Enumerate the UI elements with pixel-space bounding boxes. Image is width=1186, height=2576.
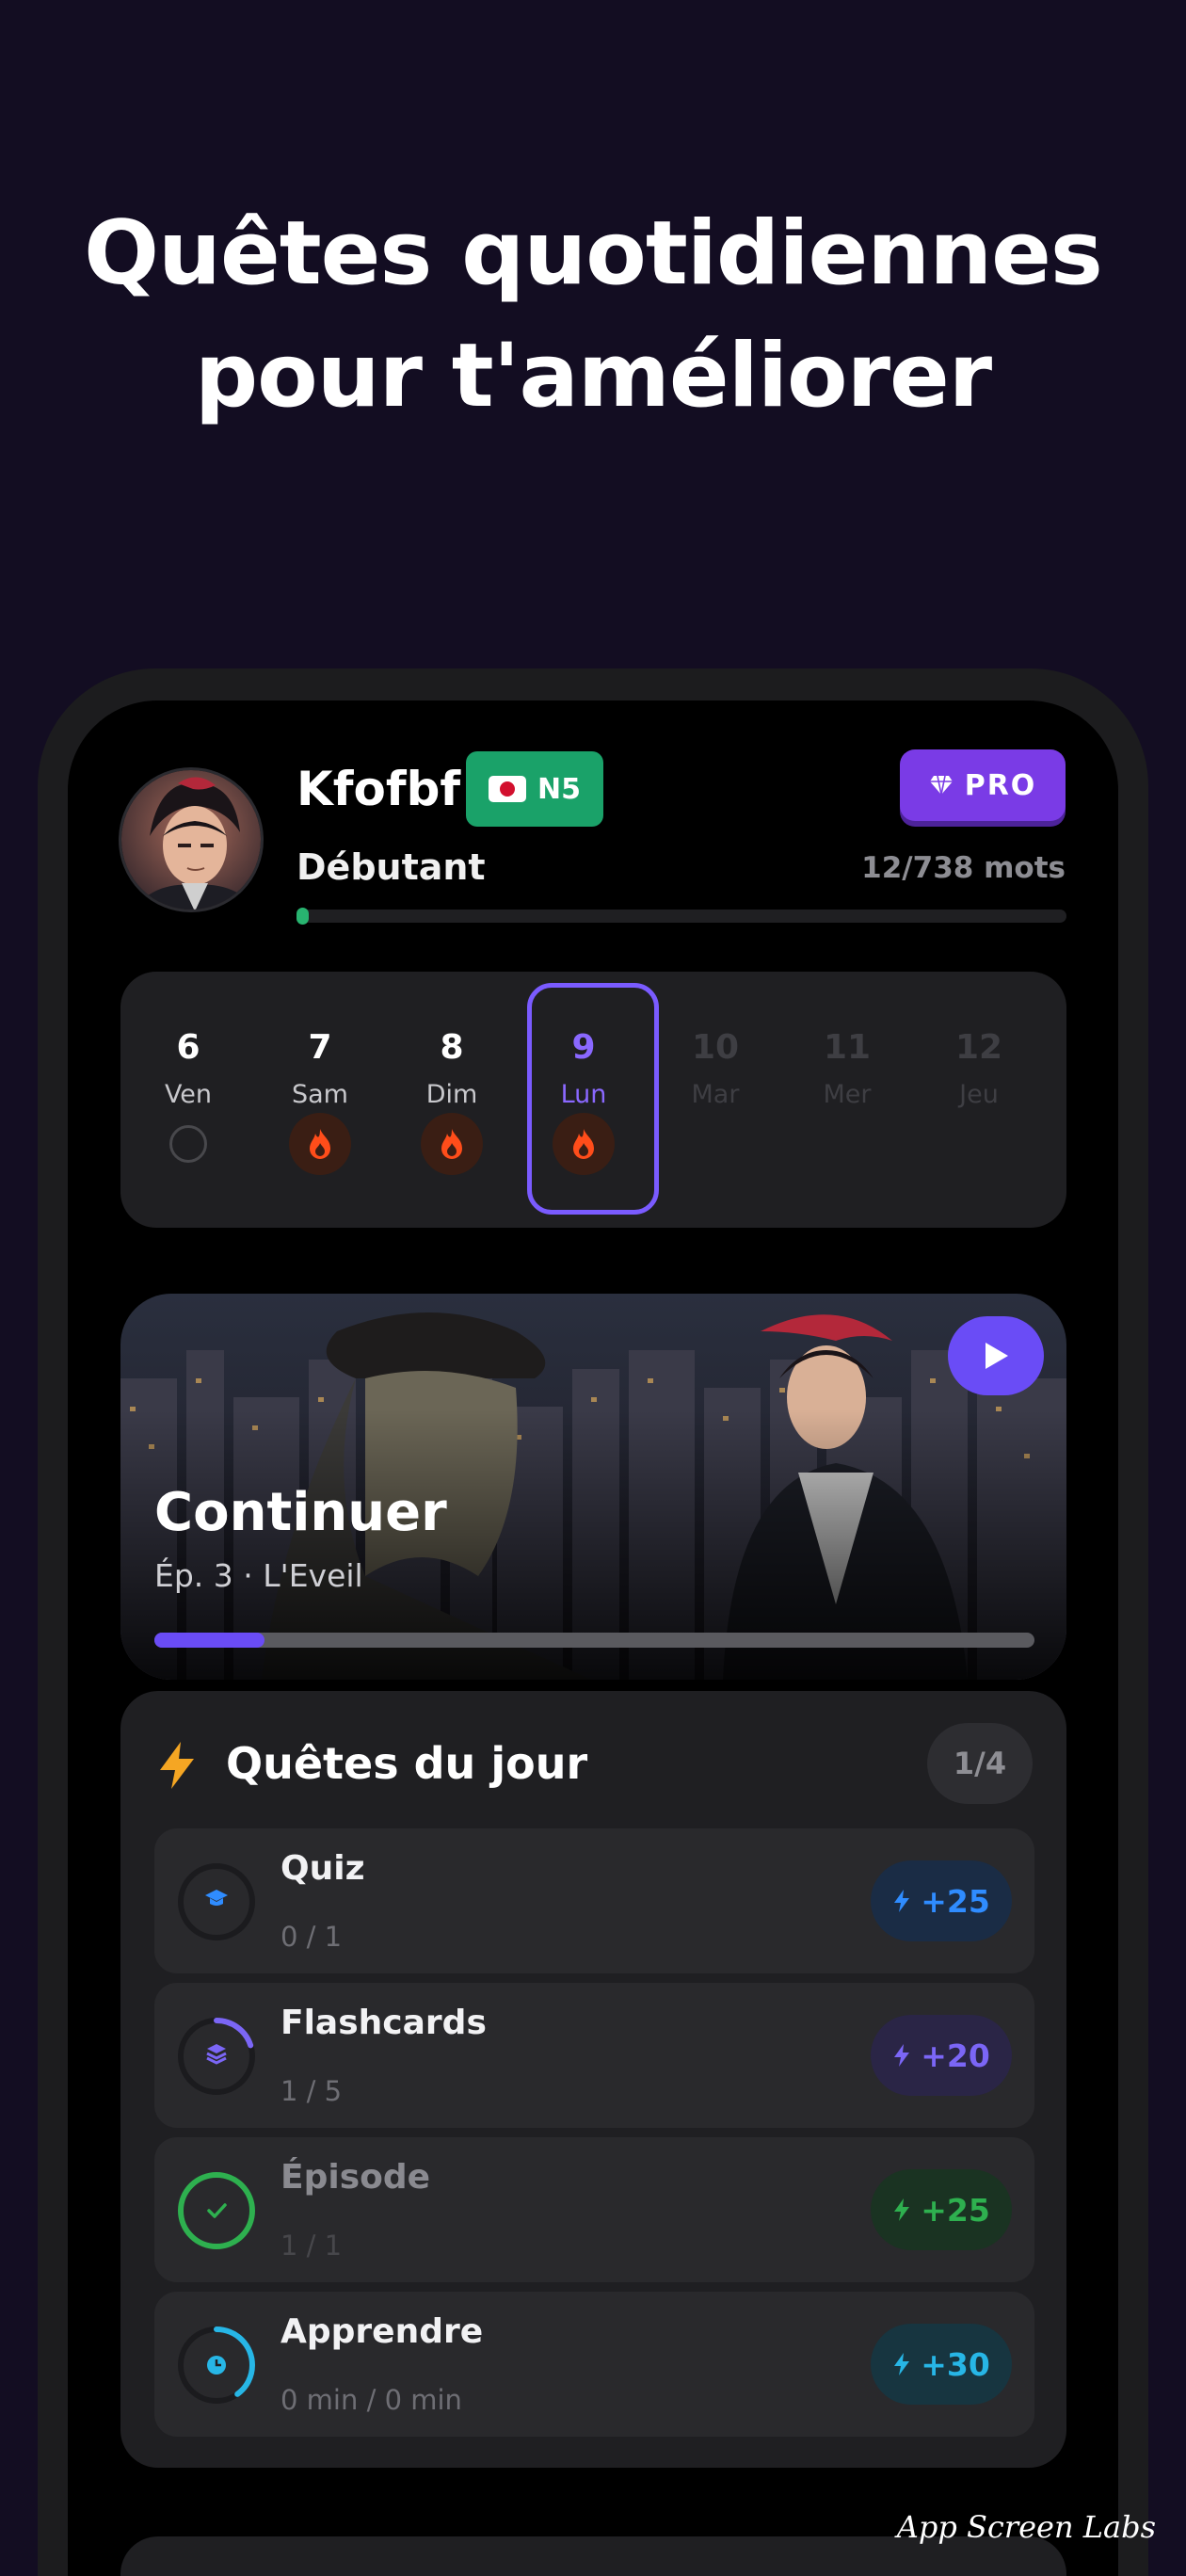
diamond-icon <box>929 775 953 796</box>
day-ven[interactable]: 6 Ven <box>122 972 254 1228</box>
jlpt-level-badge[interactable]: N5 <box>466 751 603 827</box>
word-count: 12/738 mots <box>861 851 1066 885</box>
episode-progress-bar <box>154 1633 1034 1648</box>
day-sam[interactable]: 7 Sam <box>254 972 386 1228</box>
day-number: 8 <box>440 1028 464 1067</box>
clock-icon <box>207 2356 226 2375</box>
phone-screen: Kfofbf N5 PRO Débutant 12/738 mots 6 Ven 7… <box>68 700 1118 2576</box>
quest-xp-value: +20 <box>921 2037 990 2074</box>
quest-xp-value: +30 <box>921 2345 990 2383</box>
quest-name: Flashcards <box>280 2004 487 2042</box>
day-dim[interactable]: 8 Dim <box>386 972 518 1228</box>
headline-line-2: pour t'améliorer <box>194 325 992 427</box>
word-progress-fill <box>296 908 310 925</box>
quest-name: Apprendre <box>280 2312 484 2351</box>
avatar[interactable] <box>119 767 264 912</box>
quest-row-episode[interactable]: Épisode 1 / 1 +25 <box>154 2137 1034 2282</box>
quests-count: 1/4 <box>927 1723 1033 1804</box>
flame-icon <box>289 1113 351 1175</box>
day-mer[interactable]: 11 Mer <box>781 972 913 1228</box>
quest-xp-badge: +20 <box>871 2015 1012 2096</box>
day-name: Lun <box>560 1080 607 1109</box>
quests-title: Quêtes du jour <box>226 1738 588 1789</box>
continue-episode-card[interactable]: Continuer Ép. 3 · L'Eveil <box>120 1294 1066 1680</box>
day-mar[interactable]: 10 Mar <box>649 972 781 1228</box>
quest-row-flashcards[interactable]: Flashcards 1 / 5 +20 <box>154 1983 1034 2128</box>
flame-icon <box>421 1113 483 1175</box>
day-name: Ven <box>164 1080 213 1109</box>
day-number: 10 <box>691 1028 740 1067</box>
lightning-icon <box>894 1890 910 1912</box>
quest-progress: 0 / 1 <box>280 1921 343 1953</box>
word-progress-bar <box>296 908 1066 925</box>
play-button[interactable] <box>948 1316 1044 1395</box>
check-icon <box>207 2203 227 2218</box>
day-name: Mar <box>691 1080 740 1109</box>
quest-xp-badge: +30 <box>871 2324 1012 2405</box>
daily-quests-card: Quêtes du jour 1/4 Quiz 0 / 1 +25 Flashcard… <box>120 1691 1066 2468</box>
quest-xp-value: +25 <box>921 1882 990 1920</box>
quest-xp-badge: +25 <box>871 2169 1012 2250</box>
day-number: 7 <box>308 1028 332 1067</box>
day-number: 9 <box>571 1028 596 1067</box>
quest-row-apprendre[interactable]: Apprendre 0 min / 0 min +30 <box>154 2292 1034 2437</box>
quest-name: Quiz <box>280 1849 365 1888</box>
episode-progress-fill <box>154 1633 264 1648</box>
quest-xp-badge: +25 <box>871 1860 1012 1941</box>
day-number: 6 <box>176 1028 200 1067</box>
quest-progress-ring <box>178 1863 255 1940</box>
pro-button[interactable]: PRO <box>900 749 1066 821</box>
watermark: App Screen Labs <box>896 2509 1156 2545</box>
day-number: 11 <box>823 1028 872 1067</box>
jlpt-level-label: N5 <box>537 772 581 806</box>
day-number: 12 <box>954 1028 1003 1067</box>
username: Kfofbf <box>296 762 461 816</box>
quest-progress: 1 / 5 <box>280 2075 343 2107</box>
day-lun[interactable]: 9 Lun <box>518 972 649 1228</box>
headline: Quêtes quotidiennes pour t'améliorer <box>0 193 1186 438</box>
play-icon <box>986 1343 1008 1369</box>
pro-label: PRO <box>964 768 1037 802</box>
headline-line-1: Quêtes quotidiennes <box>84 202 1103 305</box>
day-name: Jeu <box>959 1080 999 1109</box>
lightning-icon <box>894 2353 910 2375</box>
lightning-icon <box>894 2044 910 2067</box>
day-jeu[interactable]: 12 Jeu <box>913 972 1045 1228</box>
empty-circle-icon <box>169 1125 207 1163</box>
lightning-icon <box>894 2198 910 2221</box>
quest-progress-ring <box>178 2018 255 2095</box>
quest-progress: 0 min / 0 min <box>280 2384 462 2416</box>
quest-xp-value: +25 <box>921 2191 990 2229</box>
lightning-icon <box>160 1742 194 1789</box>
stack-icon <box>206 2044 227 2065</box>
day-name: Sam <box>292 1080 348 1109</box>
quest-progress-ring <box>178 2326 255 2404</box>
quest-progress-ring <box>178 2172 255 2249</box>
level-title: Débutant <box>296 846 486 888</box>
day-name: Dim <box>425 1080 478 1109</box>
quest-row-quiz[interactable]: Quiz 0 / 1 +25 <box>154 1828 1034 1973</box>
continue-title: Continuer <box>154 1482 447 1543</box>
day-name: Mer <box>823 1080 872 1109</box>
graduation-cap-icon <box>205 1890 228 1906</box>
episode-subtitle: Ép. 3 · L'Eveil <box>154 1557 363 1594</box>
quest-name: Épisode <box>280 2158 431 2197</box>
flame-icon <box>553 1113 615 1175</box>
japan-flag-icon <box>489 776 526 802</box>
streak-calendar: 6 Ven 7 Sam 8 Dim 9 Lun 10 Mar 11 Mer 12 Jeu <box>120 972 1066 1228</box>
quest-progress: 1 / 1 <box>280 2230 343 2262</box>
